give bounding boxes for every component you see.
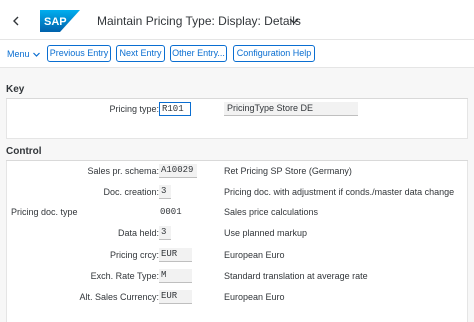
key-section: Pricing type: R101 PricingType Store DE: [6, 99, 468, 139]
pricing-currency-field[interactable]: EUR: [159, 248, 192, 262]
pricing-type-label: Pricing type:: [109, 104, 159, 114]
previous-entry-button[interactable]: Previous Entry: [47, 45, 111, 62]
sales-pricing-schema-label: Sales pr. schema:: [87, 166, 159, 176]
menu-label: Menu: [7, 49, 30, 59]
pricing-doc-type-value: 0001: [160, 207, 182, 217]
menu-button[interactable]: Menu: [7, 47, 40, 61]
pricing-doc-type-description: Sales price calculations: [224, 207, 319, 217]
pricing-doc-type-label: Pricing doc. type: [11, 207, 78, 217]
pricing-currency-label: Pricing crcy:: [109, 250, 159, 260]
content-area: Key Pricing type: R101 PricingType Store…: [0, 68, 474, 322]
control-section: Sales pr. schema: A10029 Ret Pricing SP …: [6, 161, 468, 322]
doc-creation-description: Pricing doc. with adjustment if conds./m…: [224, 187, 455, 197]
toolbar: Menu Previous Entry Next Entry Other Ent…: [0, 40, 474, 68]
chevron-down-icon: [32, 52, 40, 57]
doc-creation-field[interactable]: 3: [159, 185, 171, 199]
chevron-down-icon[interactable]: [289, 17, 299, 25]
other-entry-button[interactable]: Other Entry...: [170, 45, 227, 62]
alt-sales-currency-description: European Euro: [224, 292, 285, 302]
section-title-control: Control: [6, 146, 42, 157]
shell-bar: SAP Maintain Pricing Type: Display: Deta…: [0, 0, 474, 40]
page-title: Maintain Pricing Type: Display: Details: [97, 14, 301, 28]
sales-pricing-schema-description: Ret Pricing SP Store (Germany): [224, 166, 352, 176]
data-held-label: Data held:: [117, 228, 159, 238]
exchange-rate-type-description: Standard translation at average rate: [224, 271, 368, 281]
doc-creation-label: Doc. creation:: [103, 187, 159, 197]
back-button[interactable]: [8, 13, 24, 29]
data-held-description: Use planned markup: [224, 228, 308, 238]
sales-pricing-schema-field[interactable]: A10029: [159, 164, 197, 178]
configuration-help-button[interactable]: Configuration Help: [233, 45, 315, 62]
exchange-rate-type-label: Exch. Rate Type:: [90, 271, 159, 281]
pricing-type-description: PricingType Store DE: [224, 102, 358, 116]
svg-text:SAP: SAP: [44, 16, 67, 28]
section-title-key: Key: [6, 84, 25, 95]
chevron-left-icon: [13, 16, 19, 26]
sap-logo: SAP: [40, 10, 80, 32]
pricing-currency-description: European Euro: [224, 250, 285, 260]
alt-sales-currency-label: Alt. Sales Currency:: [79, 292, 159, 302]
alt-sales-currency-field[interactable]: EUR: [159, 290, 192, 304]
data-held-field[interactable]: 3: [159, 226, 171, 240]
next-entry-button[interactable]: Next Entry: [116, 45, 165, 62]
pricing-type-field[interactable]: R101: [159, 102, 191, 116]
exchange-rate-type-field[interactable]: M: [159, 269, 192, 283]
